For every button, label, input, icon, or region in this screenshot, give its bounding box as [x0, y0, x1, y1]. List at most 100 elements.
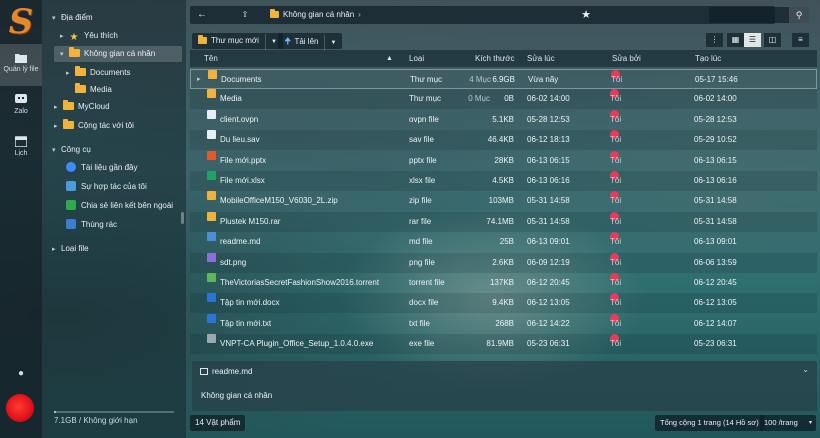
share-icon: [66, 181, 76, 191]
per-page-select[interactable]: 100 /trang ▾: [760, 415, 816, 431]
view-menu-button[interactable]: ⋮: [706, 33, 723, 47]
sidebar-item-media[interactable]: Media: [75, 82, 112, 98]
xlsx-file-icon: [207, 171, 216, 180]
modified-time: 06-12 20:45: [527, 278, 570, 287]
sidebar-item-mycloud[interactable]: ▸ MyCloud: [54, 99, 110, 115]
table-row[interactable]: readme.md md file 25B 06-13 09:01 Tôi 06-13 0…: [190, 232, 817, 252]
search-icon[interactable]: ⚲: [789, 7, 809, 23]
file-name[interactable]: Tập tin mới.docx: [220, 293, 400, 313]
chevron-right-icon[interactable]: ▸: [197, 70, 201, 90]
header-name[interactable]: Tên: [204, 50, 218, 67]
file-type: txt file: [409, 318, 430, 328]
grid-view-button[interactable]: ▦: [727, 33, 744, 47]
bell-icon[interactable]: ●: [15, 368, 27, 380]
chevron-right-icon: ▸: [52, 246, 56, 253]
file-name[interactable]: client.ovpn: [220, 110, 400, 130]
sidebar-locations[interactable]: ▾ Địa điểm: [52, 10, 93, 26]
modified-by-name: Tôi: [610, 237, 622, 247]
list-view-button[interactable]: ☰: [744, 33, 761, 47]
rail-zalo[interactable]: Zalo: [0, 94, 42, 124]
modified-by-name: Tôi: [610, 196, 622, 206]
file-name[interactable]: Documents: [221, 70, 401, 90]
table-row[interactable]: Tập tin mới.txt txt file 268B 06-12 14:22 Tô…: [190, 313, 817, 334]
file-size: 25B: [499, 237, 514, 247]
header-modified-by[interactable]: Sửa bởi: [612, 50, 641, 67]
table-row[interactable]: Tập tin mới.docx docx file 9.4KB 06-12 13:0…: [190, 293, 817, 314]
table-row[interactable]: File mới.xlsx xlsx file 4.5KB 06-13 06:16 Tô…: [190, 171, 817, 191]
file-name[interactable]: TheVictoriasSecretFashionShow2016.torren…: [220, 273, 400, 293]
file-name[interactable]: Du lieu.sav: [220, 130, 400, 150]
sidebar-item-external-links[interactable]: Chia sẻ liên kết bên ngoài: [66, 198, 173, 214]
sidebar-scrollbar[interactable]: [181, 212, 184, 224]
file-name[interactable]: MobileOfficeM150_V6030_2L.zip: [220, 191, 400, 211]
table-row[interactable]: VNPT-CA Plugin_Office_Setup_1.0.4.0.exe e…: [190, 334, 817, 355]
table-row[interactable]: Plustek M150.rar rar file 74.1MB 05-31 14:5…: [190, 211, 817, 232]
file-name[interactable]: File mới.xlsx: [220, 171, 400, 191]
upload-button[interactable]: 🠉 Tải lên ▼: [278, 33, 343, 51]
table-row[interactable]: Du lieu.sav sav file 46.4KB 06-12 18:13 Tôi 0…: [190, 130, 817, 151]
file-name[interactable]: Media: [220, 89, 400, 109]
table-row[interactable]: ▸ Documents Thư mục 4 Mục 6.9GB Vừa nãy Tôi 05-…: [190, 69, 817, 89]
table-row[interactable]: sdt.png png file 2.6KB 06-09 12:19 Tôi 06-06 …: [190, 252, 817, 273]
rail-calendar[interactable]: Lịch: [0, 136, 42, 166]
modified-by-name: Tôi: [610, 318, 622, 328]
table-row[interactable]: File mới.pptx pptx file 28KB 06-13 06:15 Tôi…: [190, 150, 817, 171]
sidebar-item-personal-space[interactable]: ▾ Không gian cá nhân: [54, 46, 182, 62]
user-avatar[interactable]: [6, 394, 34, 422]
header-size[interactable]: Kích thước: [475, 50, 515, 67]
upload-icon: 🠉: [284, 36, 292, 46]
rail-file-manager[interactable]: Quản lý file: [0, 44, 42, 86]
file-name[interactable]: sdt.png: [220, 253, 400, 273]
breadcrumb-item[interactable]: Không gian cá nhân: [283, 10, 354, 19]
sidebar-item-trash[interactable]: Thùng rác: [66, 217, 117, 233]
sidebar-item-recent[interactable]: Tài liệu gần đây: [66, 160, 137, 176]
table-row[interactable]: client.ovpn ovpn file 5.1KB 05-28 12:53 Tôi 0…: [190, 109, 817, 130]
file-name[interactable]: Tập tin mới.txt: [220, 314, 400, 334]
file-name[interactable]: VNPT-CA Plugin_Office_Setup_1.0.4.0.exe: [220, 334, 400, 354]
new-folder-button[interactable]: Thư mục mới ▼: [192, 33, 283, 50]
collapse-icon[interactable]: ⌄: [802, 365, 809, 374]
modified-time: Vừa nãy: [528, 75, 559, 84]
modified-by-name: Tôi: [610, 94, 622, 104]
sidebar-item-collab[interactable]: Sự hợp tác của tôi: [66, 179, 147, 195]
file-name[interactable]: Plustek M150.rar: [220, 212, 400, 232]
folder-icon: [75, 66, 86, 76]
settings-list-button[interactable]: ≡: [792, 33, 809, 47]
file-name[interactable]: readme.md: [220, 232, 400, 252]
file-name[interactable]: File mới.pptx: [220, 151, 400, 171]
star-icon: ★: [69, 32, 79, 43]
created-time: 06-12 14:07: [694, 318, 737, 328]
file-size: 103MB: [488, 196, 514, 206]
header-type[interactable]: Loại: [409, 50, 424, 67]
chevron-down-icon[interactable]: ▼: [324, 35, 336, 51]
sidebar-item-documents[interactable]: ▸ Documents: [66, 65, 130, 81]
folder-plus-icon: [198, 35, 207, 44]
file-type: ovpn file: [409, 114, 439, 124]
up-icon[interactable]: ⇧: [238, 6, 252, 24]
doc-file-icon: [207, 109, 216, 119]
star-bookmark-button[interactable]: ★: [576, 6, 596, 24]
created-time: 05-31 14:58: [694, 196, 737, 206]
sidebar-item-coop[interactable]: ▸ Cộng tác với tôi: [54, 118, 134, 134]
back-button[interactable]: ←: [192, 6, 212, 24]
preview-header[interactable]: readme.md: [200, 367, 252, 376]
chevron-down-icon: ▾: [60, 51, 64, 58]
file-type: md file: [409, 237, 433, 247]
table-row[interactable]: MobileOfficeM150_V6030_2L.zip zip file 103…: [190, 191, 817, 211]
header-modified[interactable]: Sửa lúc: [527, 50, 555, 67]
header-created[interactable]: Tạo lúc: [695, 50, 721, 67]
sidebar-file-types[interactable]: ▸ Loại file: [52, 241, 89, 257]
table-row[interactable]: Media Thư mục 0 Mục 0B 06-02 14:00 Tôi 06-02 1…: [190, 89, 817, 110]
table-row[interactable]: TheVictoriasSecretFashionShow2016.torren…: [190, 273, 817, 293]
trash-icon: [66, 219, 76, 229]
app-logo[interactable]: S: [6, 5, 36, 39]
sort-asc-icon[interactable]: ▲: [386, 50, 393, 67]
sidebar-item-favorites[interactable]: ▸ ★ Yêu thích: [60, 28, 118, 44]
sidebar-tools[interactable]: ▾ Công cụ: [52, 142, 91, 158]
docx-file-icon: [207, 313, 216, 323]
preview-content: Không gian cá nhân: [201, 391, 273, 400]
search-input[interactable]: [711, 8, 787, 22]
chevron-down-icon[interactable]: ▼: [264, 34, 277, 50]
chevron-right-icon: ›: [358, 10, 361, 19]
detail-view-button[interactable]: ◫: [764, 33, 781, 47]
